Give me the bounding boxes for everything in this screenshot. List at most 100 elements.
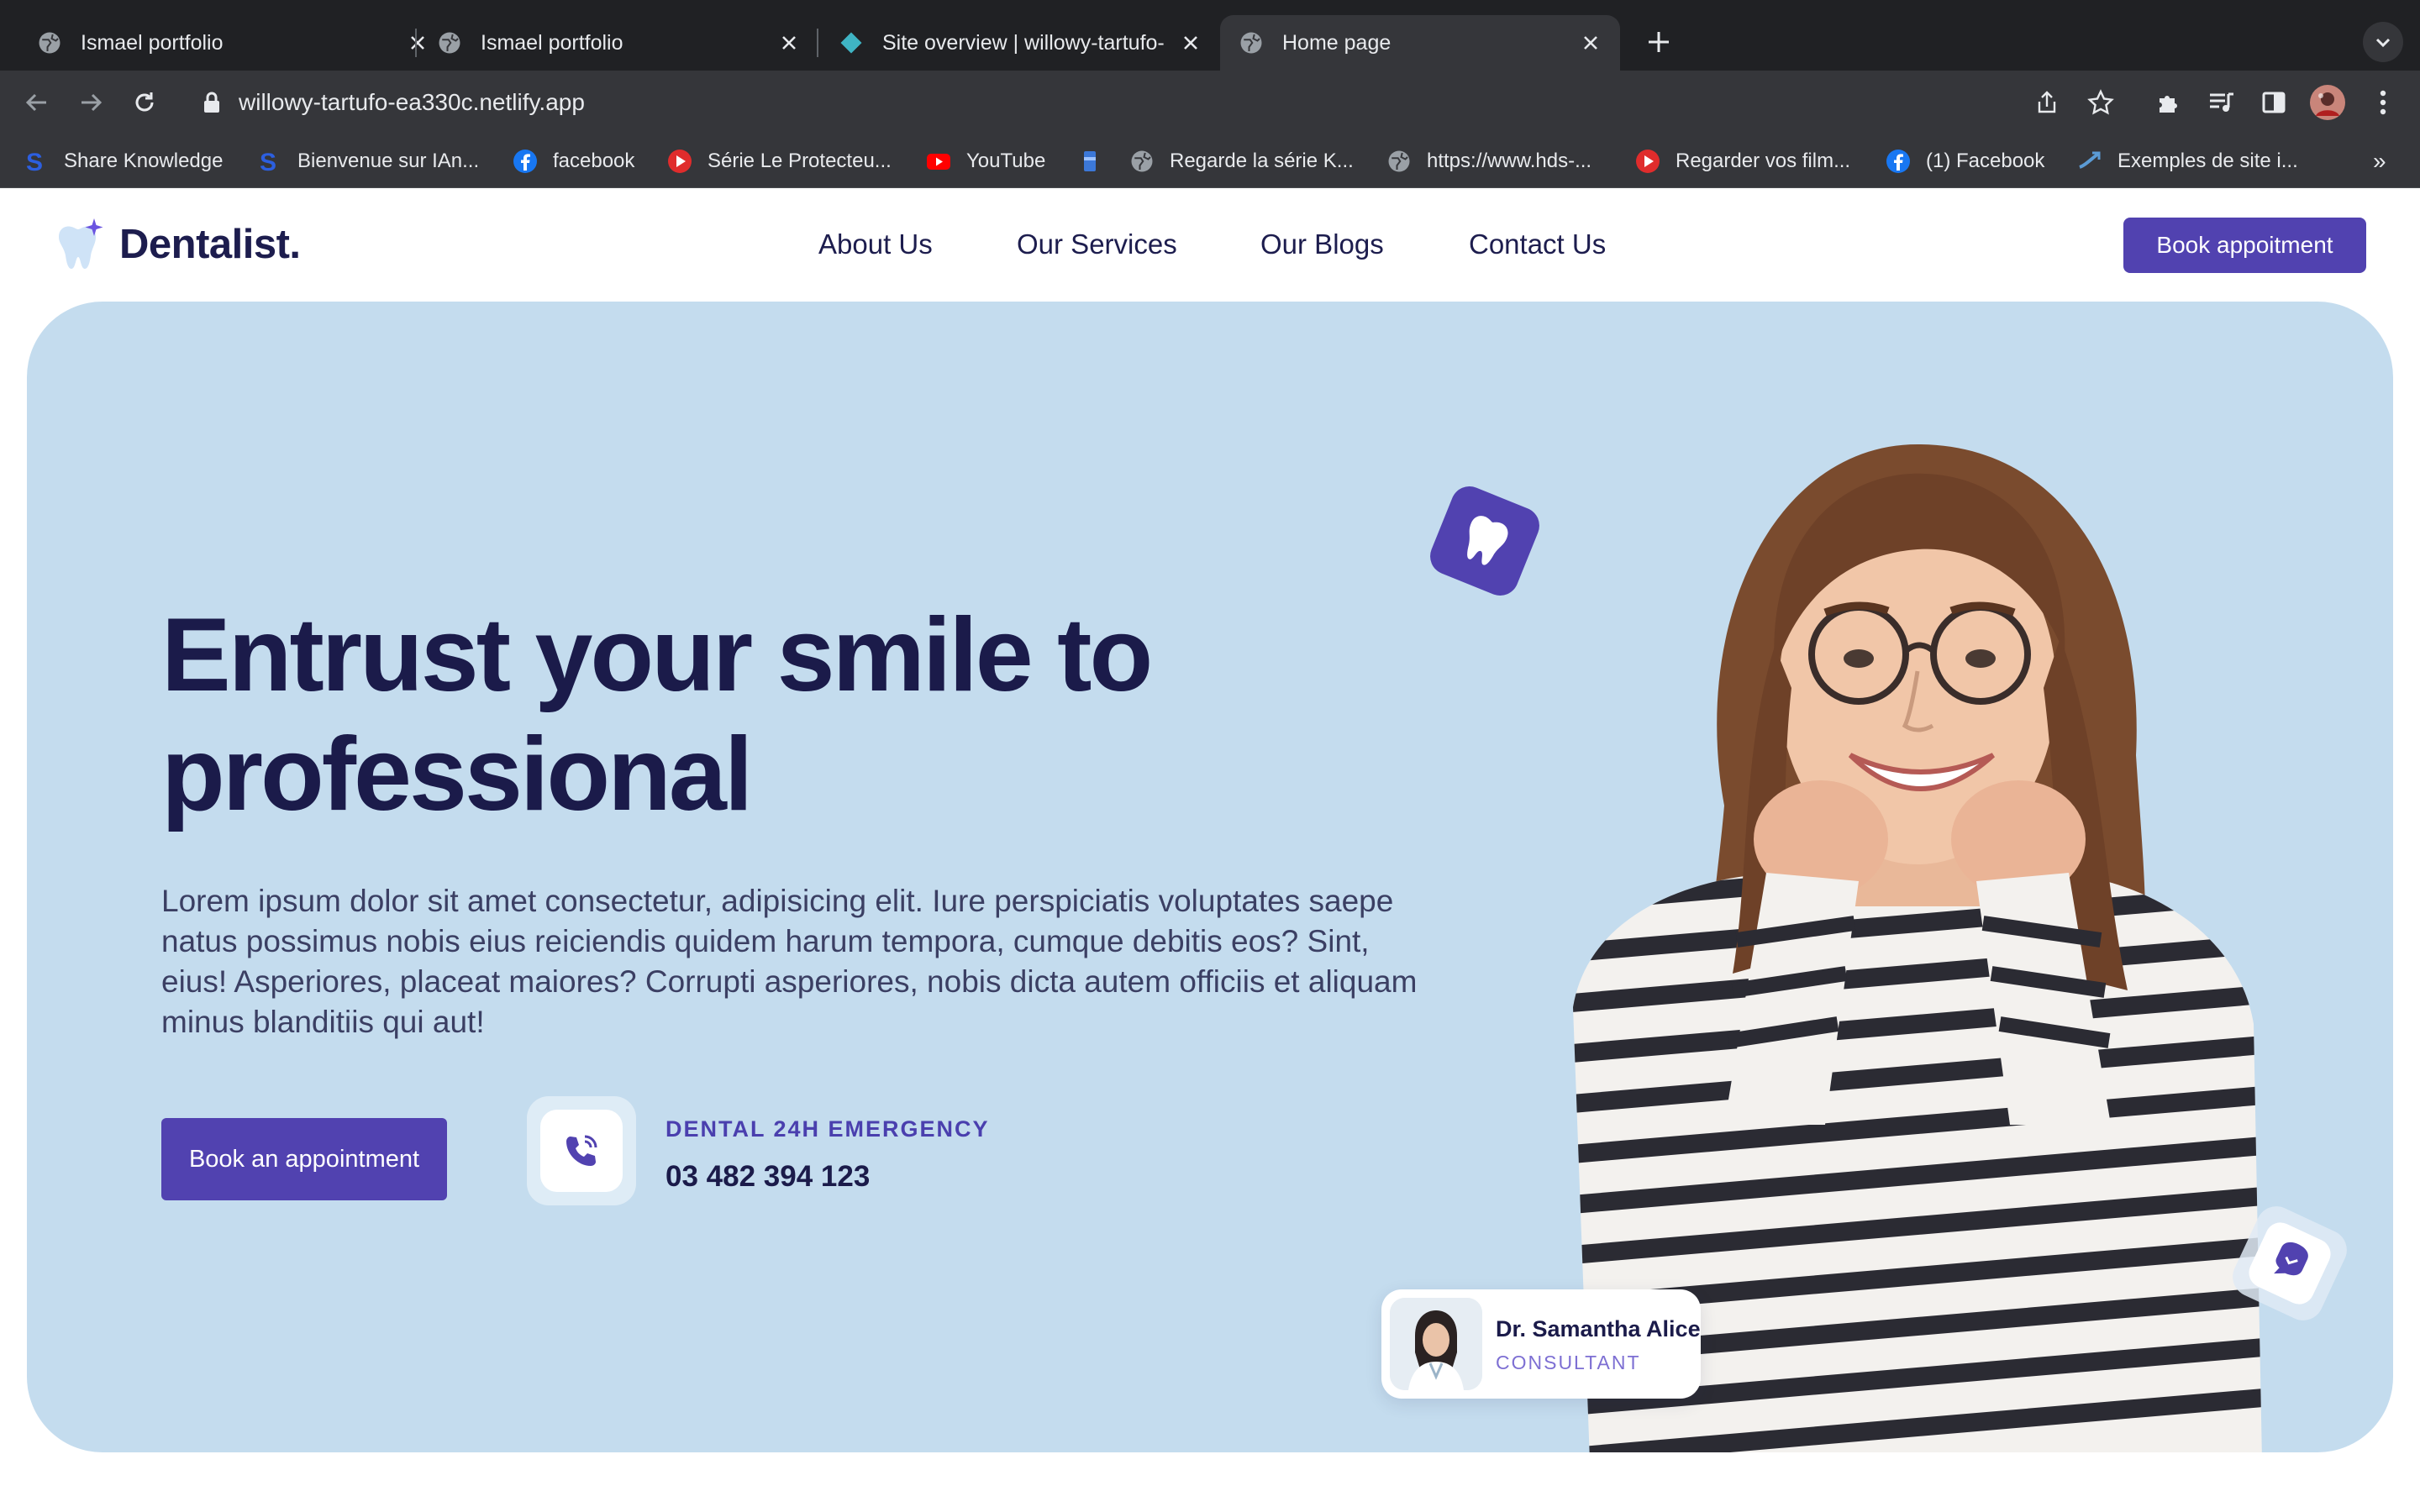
doctor-role: CONSULTANT <box>1496 1352 1641 1373</box>
globe-icon <box>1388 150 1410 172</box>
doctor-avatar <box>1390 1298 1482 1390</box>
facebook-icon <box>1886 150 1910 173</box>
bookmark-tag[interactable] <box>1077 146 1118 176</box>
bookmark-share-knowledge[interactable]: S Share Knowledge <box>24 146 223 176</box>
chat-badge-icon[interactable] <box>2227 1200 2353 1326</box>
bookmark-exemples-site[interactable]: Exemples de site i... <box>2077 146 2298 176</box>
play-icon <box>668 150 692 173</box>
side-panel-button[interactable] <box>2254 82 2294 123</box>
bookmark-label: Série Le Protecteu... <box>708 150 892 172</box>
browser-menu-button[interactable] <box>2363 82 2403 123</box>
tab-site-overview[interactable]: Site overview | willowy-tartufo- <box>820 15 1220 71</box>
reload-button[interactable] <box>124 82 165 123</box>
plus-icon <box>1649 32 1669 52</box>
bookmark-bienvenue[interactable]: S Bienvenue sur IAn... <box>257 146 479 176</box>
avatar-icon <box>2310 85 2345 120</box>
bookmark-facebook-1[interactable]: (1) Facebook <box>1886 146 2044 176</box>
bookmarks-bar: S Share Knowledge S Bienvenue sur IAn...… <box>0 134 2420 188</box>
hero-headline: Entrust your smile to professional <box>161 597 1153 832</box>
close-icon[interactable] <box>776 30 802 55</box>
star-icon <box>2087 89 2114 115</box>
globe-icon <box>39 32 60 54</box>
tooth-sparkle-icon <box>59 218 103 269</box>
phone-call-icon <box>566 1135 597 1166</box>
site-logo[interactable]: Dentalist. <box>50 215 301 274</box>
s-logo-icon: S <box>26 149 43 174</box>
media-button[interactable] <box>2202 82 2242 123</box>
forward-button[interactable] <box>71 82 111 123</box>
nav-our-blogs[interactable]: Our Blogs <box>1260 228 1384 260</box>
phone-icon-box[interactable] <box>527 1096 636 1205</box>
close-icon[interactable] <box>1178 30 1203 55</box>
arrow-icon <box>2079 151 2101 169</box>
puzzle-icon <box>2160 96 2177 113</box>
bookmark-label: Exemples de site i... <box>2118 150 2298 172</box>
bookmark-tag-icon <box>1084 151 1096 171</box>
bookmark-star-button[interactable] <box>2081 82 2121 123</box>
bookmark-facebook[interactable]: facebook <box>513 146 634 176</box>
browser-toolbar: willowy-tartufo-ea330c.netlify.app <box>0 71 2420 134</box>
svg-text:S: S <box>260 149 276 174</box>
tab-ismael-portfolio-1[interactable]: Ismael portfolio <box>18 15 447 71</box>
tab-home-page[interactable]: Home page <box>1220 15 1620 71</box>
bookmark-hds[interactable]: https://www.hds-... <box>1386 146 1591 176</box>
profile-avatar[interactable] <box>2307 82 2348 123</box>
web-page: Dentalist. About Us Our Services Our Blo… <box>0 188 2420 1512</box>
chevron-down-icon <box>2375 38 2391 48</box>
bookmark-youtube[interactable]: YouTube <box>926 146 1045 176</box>
tab-separator <box>817 29 818 57</box>
bookmark-label: YouTube <box>966 150 1046 172</box>
bookmark-regarder-films[interactable]: Regarder vos film... <box>1635 146 1850 176</box>
lock-icon <box>204 92 219 113</box>
nav-contact-us[interactable]: Contact Us <box>1469 228 1606 260</box>
book-an-appointment-button[interactable]: Book an appointment <box>161 1118 447 1200</box>
arrow-left-icon <box>25 93 46 112</box>
bookmark-serie-protecteur[interactable]: Série Le Protecteu... <box>667 146 892 176</box>
emergency-label: DENTAL 24H EMERGENCY <box>666 1116 990 1142</box>
bookmark-label: Regarde la série K... <box>1170 150 1354 172</box>
doctor-card[interactable]: Dr. Samantha Alice CONSULTANT <box>1381 1289 1701 1399</box>
emergency-phone-number[interactable]: 03 482 394 123 <box>666 1160 870 1194</box>
more-bookmarks-label: » <box>2373 148 2386 174</box>
arrow-right-icon <box>82 93 103 112</box>
bookmark-label: Bienvenue sur IAn... <box>297 150 480 172</box>
reload-icon <box>135 92 154 112</box>
browser-tab-bar: Ismael portfolio Ismael portfolio Site o… <box>0 0 2420 71</box>
hero-section: Entrust your smile to professional Lorem… <box>27 302 2393 1452</box>
bookmark-regarde-serie[interactable]: Regarde la série K... <box>1129 146 1354 176</box>
bookmark-label: Share Knowledge <box>64 150 224 172</box>
extensions-button[interactable] <box>2148 82 2188 123</box>
address-bar[interactable]: willowy-tartufo-ea330c.netlify.app <box>190 77 2156 128</box>
tab-title: Ismael portfolio <box>81 30 224 55</box>
side-panel-icon <box>2262 92 2286 113</box>
play-icon <box>1636 150 1660 173</box>
back-button[interactable] <box>17 82 57 123</box>
new-tab-button[interactable] <box>1639 22 1679 62</box>
tab-separator <box>415 29 417 57</box>
globe-icon <box>1240 32 1262 54</box>
playlist-icon <box>2210 92 2233 112</box>
tab-search-button[interactable] <box>2363 22 2403 62</box>
globe-icon <box>1131 150 1153 172</box>
nav-our-services[interactable]: Our Services <box>1017 228 1177 260</box>
youtube-icon <box>927 154 950 170</box>
site-navbar: Dentalist. About Us Our Services Our Blo… <box>0 188 2420 302</box>
tab-title: Site overview | willowy-tartufo- <box>882 30 1165 55</box>
book-appointment-button[interactable]: Book appoitment <box>2123 218 2366 273</box>
bookmark-label: Regarder vos film... <box>1676 150 1851 172</box>
doctor-name: Dr. Samantha Alice <box>1496 1316 1701 1341</box>
facebook-icon <box>513 150 537 173</box>
bookmark-label: (1) Facebook <box>1926 150 2045 172</box>
bookmark-label: facebook <box>553 150 635 172</box>
bookmark-label: https://www.hds-... <box>1427 150 1592 172</box>
nav-about-us[interactable]: About Us <box>818 228 933 260</box>
share-button[interactable] <box>2027 82 2067 123</box>
tab-ismael-portfolio-2[interactable]: Ismael portfolio <box>418 15 818 71</box>
netlify-icon <box>840 32 862 54</box>
s-logo-icon: S <box>260 149 276 174</box>
close-icon[interactable] <box>1578 30 1603 55</box>
hero-paragraph: Lorem ipsum dolor sit amet consectetur, … <box>161 884 1418 1039</box>
brand-name: Dentalist. <box>119 222 301 267</box>
more-bookmarks-button[interactable]: » <box>2373 146 2386 176</box>
url-text: willowy-tartufo-ea330c.netlify.app <box>239 89 585 115</box>
